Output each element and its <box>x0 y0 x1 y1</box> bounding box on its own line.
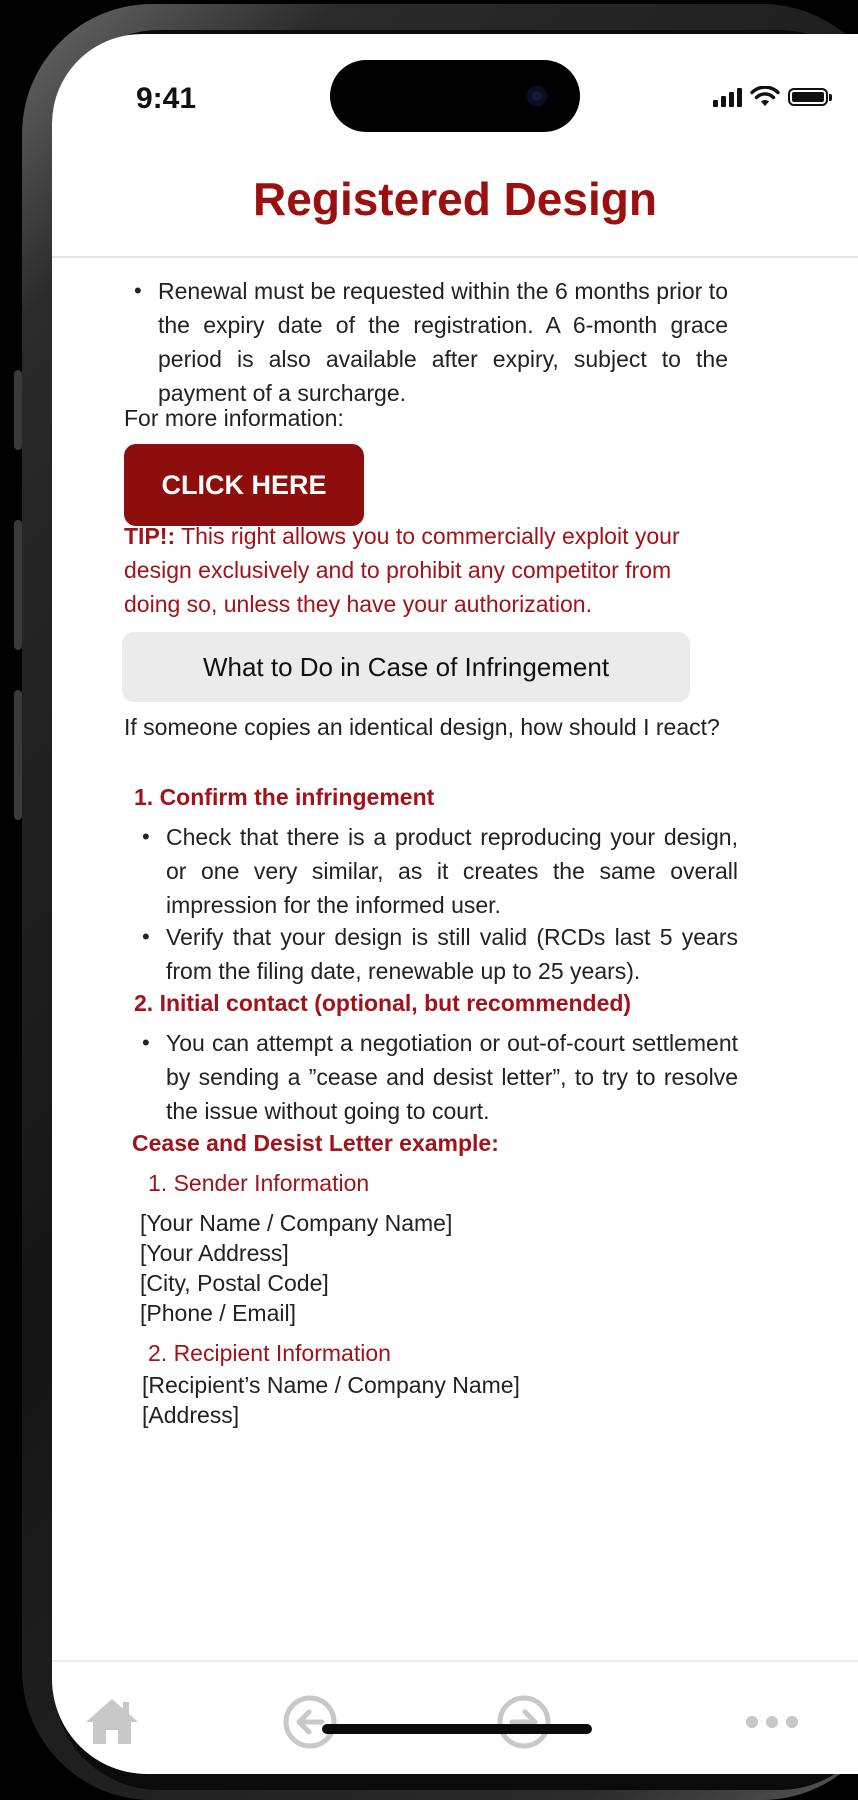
click-here-button[interactable]: CLICK HERE <box>124 444 364 526</box>
list-item-text: You can attempt a negotiation or out-of-… <box>166 1030 738 1124</box>
section-title: What to Do in Case of Infringement <box>202 652 610 682</box>
battery-icon <box>788 88 832 106</box>
bottom-nav <box>52 1662 858 1774</box>
letter-title: Cease and Desist Letter example: <box>132 1130 499 1156</box>
step-title: 2. Initial contact (optional, but recomm… <box>134 990 632 1016</box>
list-item: • You can attempt a negotiation or out-o… <box>142 1026 738 1128</box>
side-button <box>14 690 22 820</box>
letter-line: [City, Postal Code] <box>140 1270 329 1296</box>
home-indicator[interactable] <box>322 1724 592 1734</box>
tip-body: This right allows you to commercially ex… <box>124 523 680 617</box>
nav-back-button[interactable] <box>280 1692 340 1752</box>
letter-line: [Recipient’s Name / Company Name] <box>142 1372 520 1398</box>
side-button <box>14 370 22 450</box>
section-header: What to Do in Case of Infringement <box>122 632 690 702</box>
home-icon <box>86 1699 138 1744</box>
wifi-icon <box>750 86 780 106</box>
camera-icon <box>527 86 547 106</box>
signal-icon <box>713 87 742 107</box>
step-title: 1. Confirm the infringement <box>134 784 435 810</box>
recipient-heading: 2. Recipient Information <box>148 1340 391 1366</box>
tip-label: TIP!: <box>124 523 176 549</box>
page-title: Registered Design <box>253 173 657 225</box>
list-item: • Renewal must be requested within the 6… <box>134 274 728 410</box>
more-icon <box>746 1716 798 1728</box>
phone-screen: 9:41 Registered Design • Renewal must be… <box>52 34 858 1774</box>
renewal-text: Renewal must be requested within the 6 m… <box>158 278 728 406</box>
letter-line: [Your Address] <box>140 1240 289 1266</box>
letter-line: [Address] <box>142 1402 240 1428</box>
status-icons <box>713 86 832 108</box>
nav-more-button[interactable] <box>742 1692 802 1752</box>
scroll-content[interactable]: • Renewal must be requested within the 6… <box>52 258 858 1660</box>
tip-text: TIP!: This right allows you to commercia… <box>124 519 684 621</box>
list-item-text: Check that there is a product reproducin… <box>166 824 738 918</box>
side-button <box>14 520 22 650</box>
forward-arrow-icon <box>497 1695 551 1749</box>
more-info-label: For more information: <box>124 405 344 431</box>
sender-heading: 1. Sender Information <box>148 1170 370 1196</box>
status-time: 9:41 <box>136 82 197 115</box>
list-item-text: Verify that your design is still valid (… <box>166 924 738 984</box>
nav-forward-button[interactable] <box>494 1692 554 1752</box>
nav-home-button[interactable] <box>82 1692 142 1752</box>
dynamic-island <box>330 60 580 132</box>
list-item: • Verify that your design is still valid… <box>142 920 738 988</box>
letter-line: [Your Name / Company Name] <box>140 1210 453 1236</box>
list-item: • Check that there is a product reproduc… <box>142 820 738 922</box>
back-arrow-icon <box>283 1695 337 1749</box>
intro-text: If someone copies an identical design, h… <box>124 714 720 740</box>
letter-line: [Phone / Email] <box>140 1300 296 1326</box>
